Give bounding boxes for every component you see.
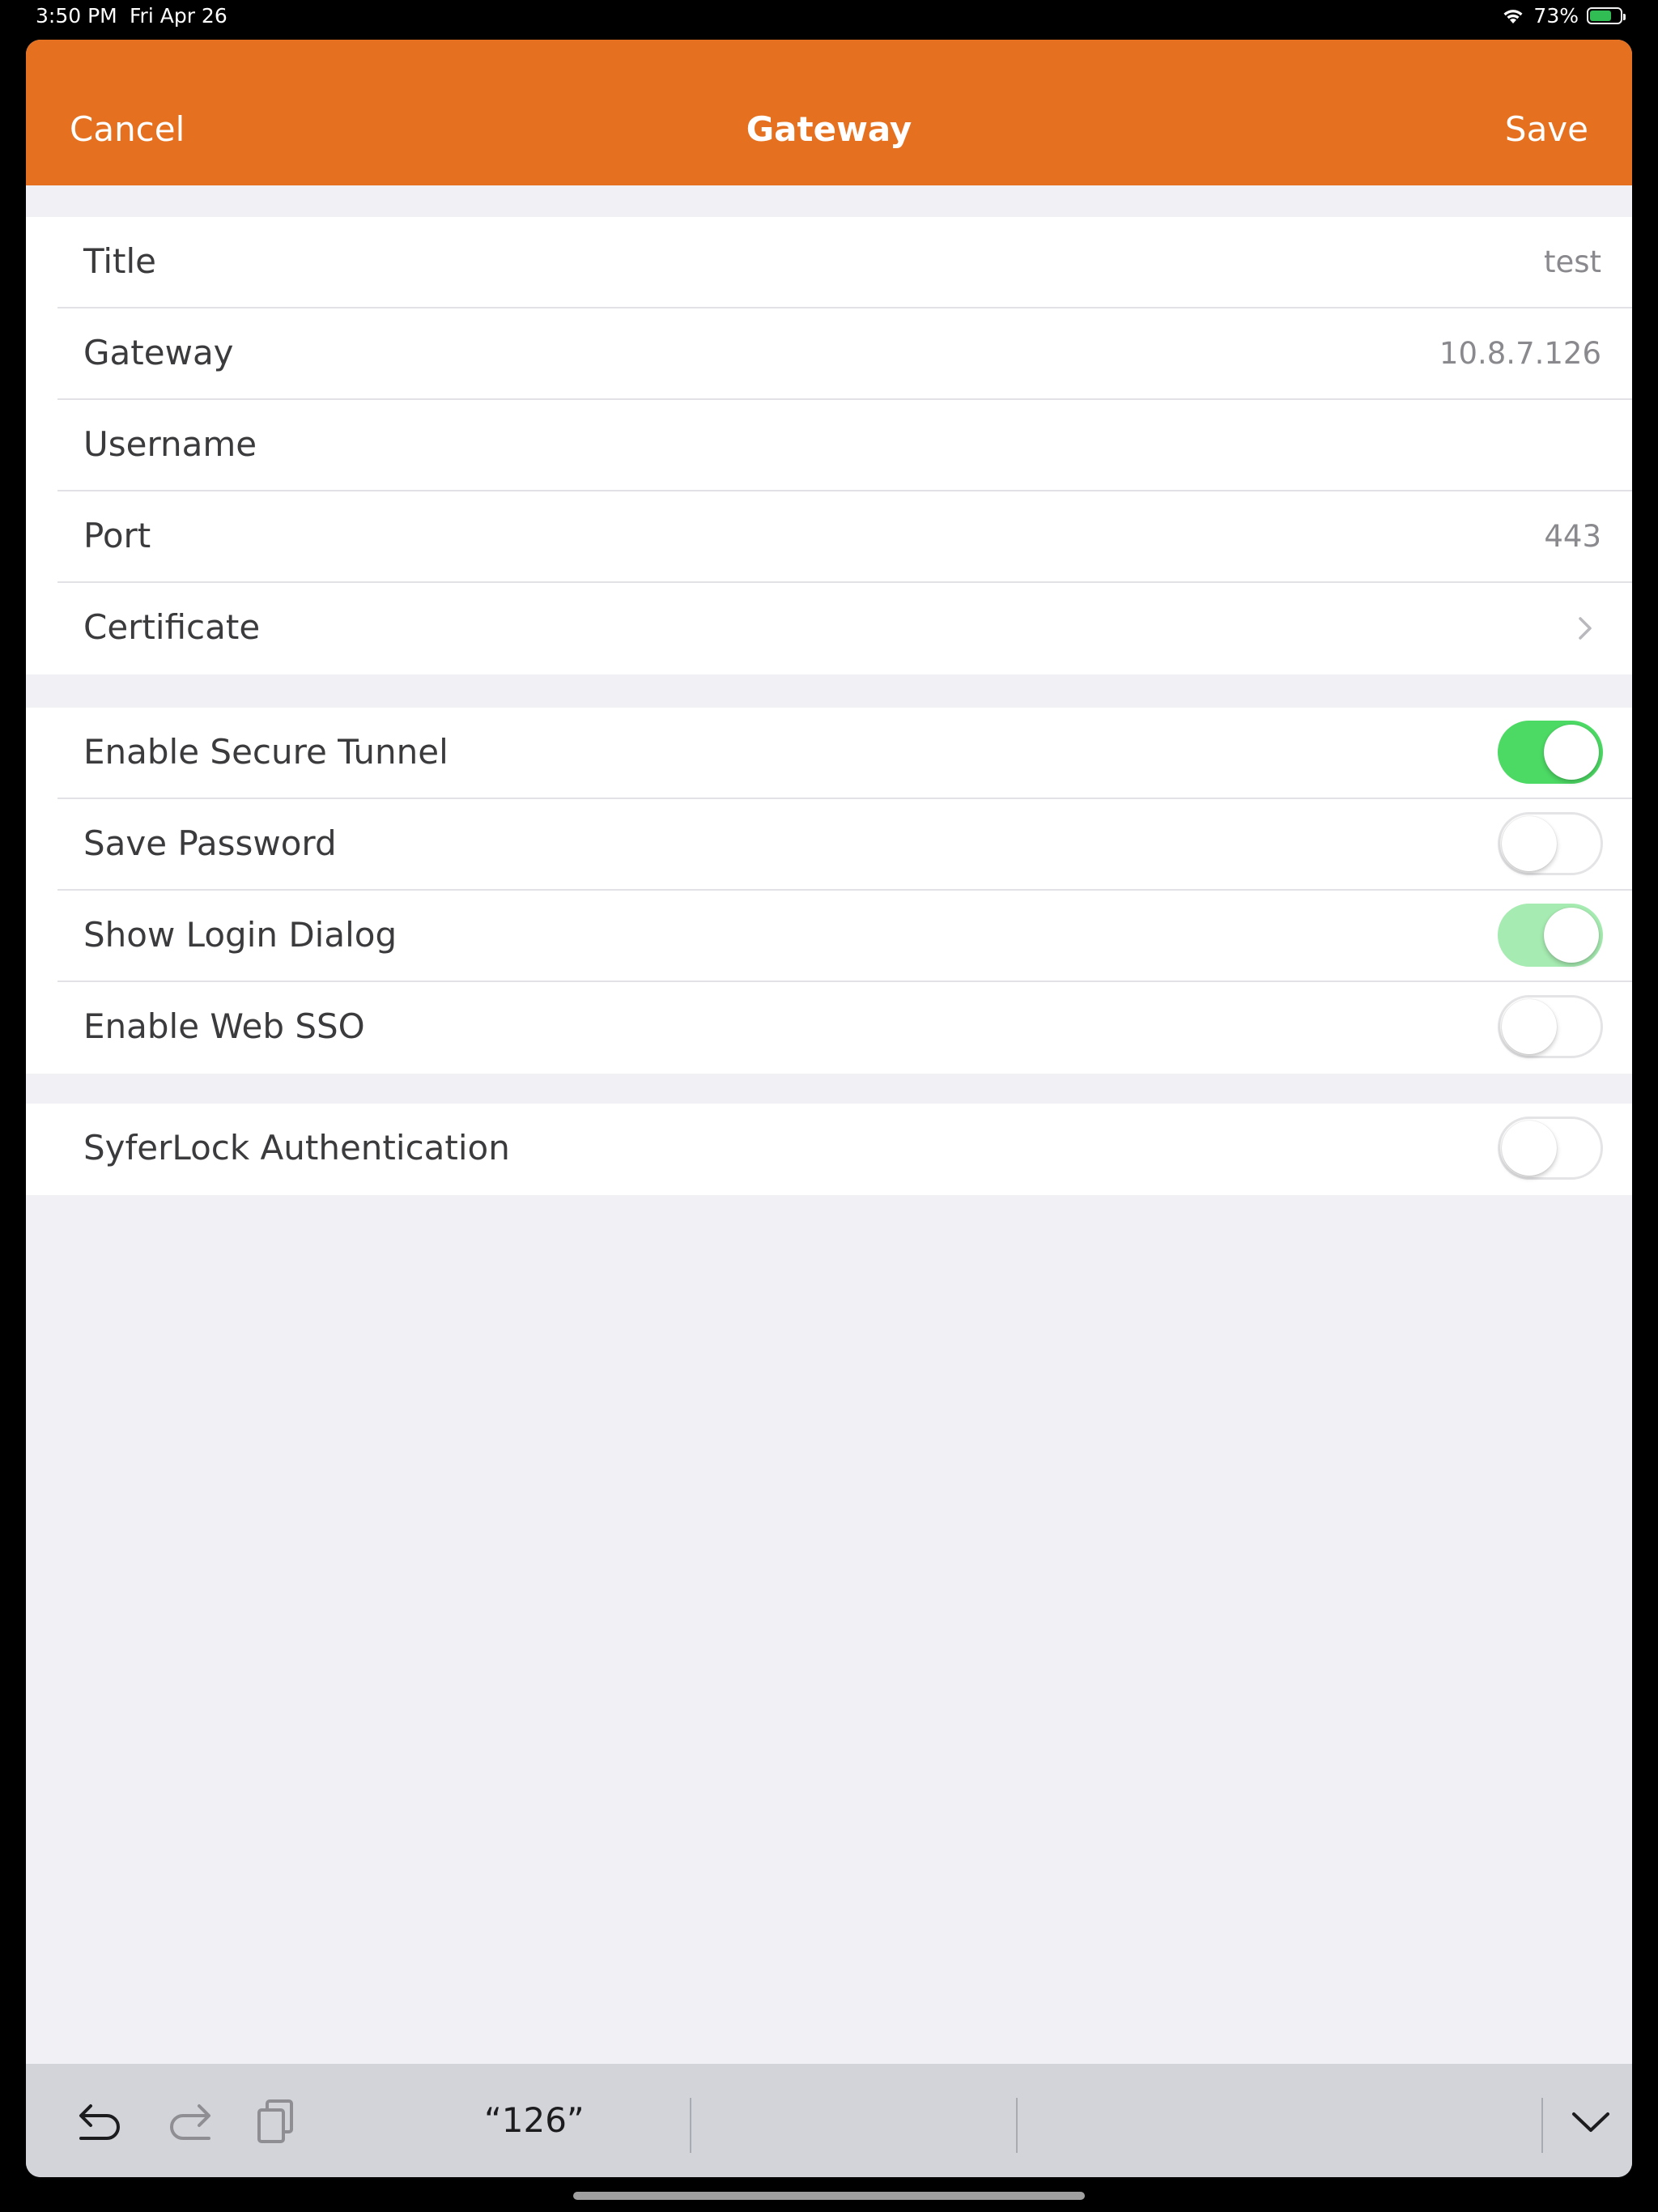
redo-icon[interactable] (165, 2099, 215, 2148)
chevron-down-icon[interactable] (1571, 2109, 1611, 2135)
save-password-label: Save Password (83, 823, 337, 863)
secure-tunnel-label: Enable Secure Tunnel (83, 732, 449, 772)
username-row[interactable]: Username (26, 400, 1632, 491)
gateway-value[interactable]: 10.8.7.126 (1439, 336, 1601, 371)
gateway-label: Gateway (83, 333, 234, 372)
toggle-knob (1544, 908, 1599, 963)
suggestion-divider (1541, 2098, 1543, 2153)
suggestion-divider (1016, 2098, 1018, 2153)
gateway-sheet: Cancel Gateway Save Title test Gateway 1… (26, 40, 1632, 2177)
login-dialog-toggle[interactable] (1498, 904, 1603, 967)
secure-tunnel-row: Enable Secure Tunnel (26, 708, 1632, 799)
battery-icon (1587, 7, 1626, 24)
save-button[interactable]: Save (1505, 109, 1588, 149)
save-password-toggle[interactable] (1498, 812, 1603, 875)
port-label: Port (83, 516, 151, 555)
toggle-knob (1544, 725, 1599, 780)
web-sso-label: Enable Web SSO (83, 1006, 365, 1046)
navigation-bar: Cancel Gateway Save (26, 40, 1632, 185)
keyboard-shortcut-bar: “126” (26, 2064, 1632, 2177)
login-dialog-row: Show Login Dialog (26, 891, 1632, 982)
battery-tip (1623, 14, 1626, 20)
page-title: Gateway (746, 109, 912, 149)
login-dialog-label: Show Login Dialog (83, 915, 397, 955)
syferlock-row: SyferLock Authentication (26, 1104, 1632, 1195)
syferlock-label: SyferLock Authentication (83, 1128, 510, 1168)
port-value[interactable]: 443 (1544, 519, 1601, 554)
chevron-right-icon (1579, 617, 1592, 640)
status-indicators: 73% (1501, 4, 1626, 28)
username-label: Username (83, 424, 257, 464)
save-password-row: Save Password (26, 799, 1632, 891)
home-indicator (573, 2192, 1085, 2200)
secure-tunnel-toggle[interactable] (1498, 721, 1603, 784)
web-sso-row: Enable Web SSO (26, 982, 1632, 1074)
keyboard-suggestion[interactable]: “126” (484, 2100, 585, 2140)
title-label: Title (83, 241, 157, 281)
certificate-label: Certificate (83, 607, 261, 647)
title-row[interactable]: Title test (26, 217, 1632, 308)
web-sso-toggle[interactable] (1498, 995, 1603, 1058)
title-value[interactable]: test (1544, 245, 1601, 279)
certificate-row[interactable]: Certificate (26, 583, 1632, 674)
toggle-knob (1502, 816, 1557, 871)
status-date: Fri Apr 26 (130, 4, 227, 28)
suggestion-divider (690, 2098, 691, 2153)
gateway-row[interactable]: Gateway 10.8.7.126 (26, 308, 1632, 400)
authentication-group: SyferLock Authentication (26, 1104, 1632, 1195)
paste-icon[interactable] (255, 2098, 297, 2145)
syferlock-toggle[interactable] (1498, 1117, 1603, 1180)
toggle-knob (1502, 1121, 1557, 1176)
undo-icon[interactable] (74, 2099, 125, 2148)
wifi-icon (1503, 9, 1523, 23)
status-time: 3:50 PM (36, 4, 117, 28)
status-bar: 3:50 PM Fri Apr 26 73% (0, 0, 1658, 36)
options-group: Enable Secure Tunnel Save Password Show … (26, 708, 1632, 1074)
toggle-knob (1502, 999, 1557, 1054)
connection-group: Title test Gateway 10.8.7.126 Username P… (26, 217, 1632, 674)
port-row[interactable]: Port 443 (26, 491, 1632, 583)
battery-level (1590, 11, 1611, 21)
battery-percent: 73% (1533, 4, 1579, 28)
